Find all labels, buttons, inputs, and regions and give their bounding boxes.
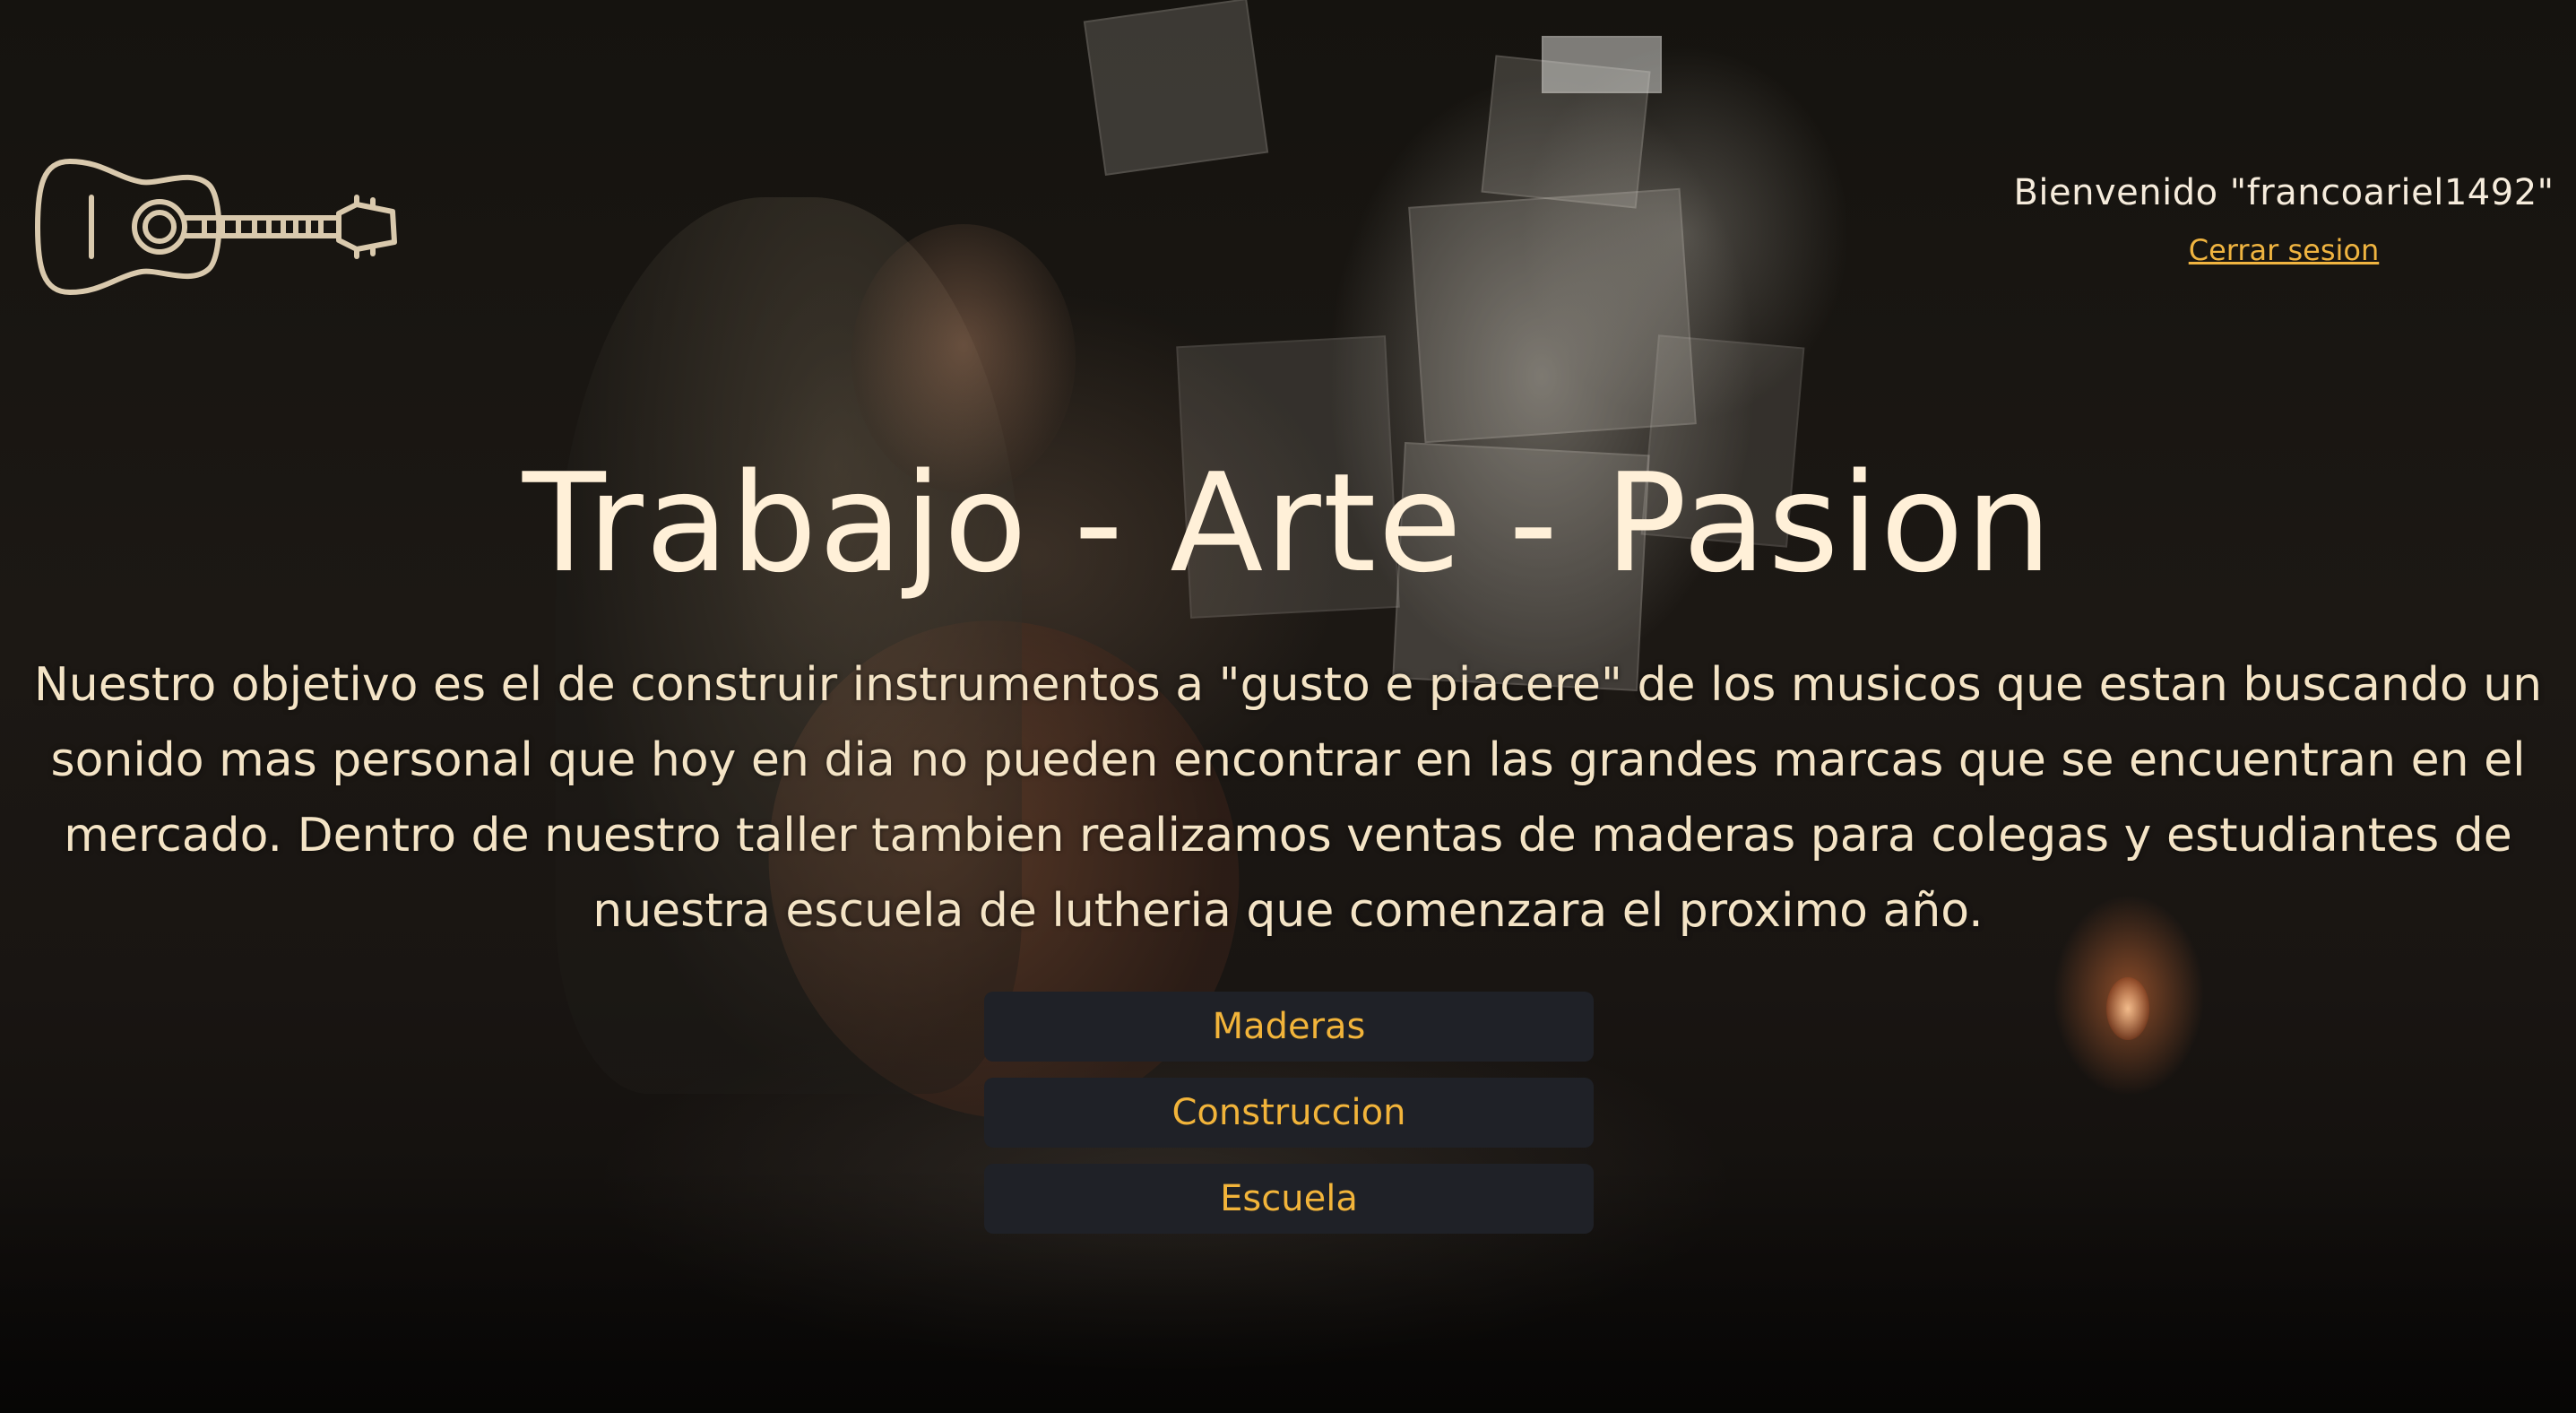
hero-description: Nuestro objetivo es el de construir inst… [33,658,2543,938]
page: Bienvenido "francoariel1492" Cerrar sesi… [0,0,2576,1413]
section-nav: Maderas Construccion Escuela [984,992,1594,1250]
logo[interactable] [34,151,402,303]
logout-link[interactable]: Cerrar sesion [2189,233,2380,267]
hero-title: Trabajo - Arte - Pasion [522,444,2054,602]
guitar-icon [35,159,397,295]
escuela-button[interactable]: Escuela [984,1164,1594,1234]
maderas-button[interactable]: Maderas [984,992,1594,1062]
welcome-message: Bienvenido "francoariel1492" [2013,172,2554,213]
construccion-button[interactable]: Construccion [984,1078,1594,1148]
user-panel: Bienvenido "francoariel1492" Cerrar sesi… [2006,172,2562,267]
